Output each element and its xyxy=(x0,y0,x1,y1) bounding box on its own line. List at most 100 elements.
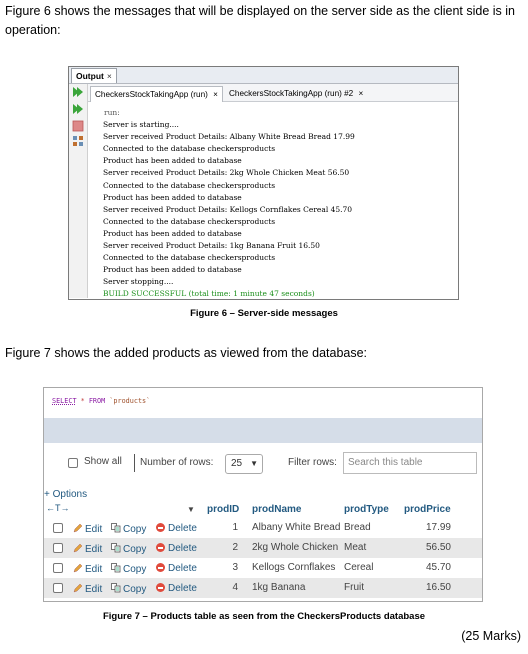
run-icon[interactable] xyxy=(72,103,84,115)
sql-query: SELECT * FROM `products` xyxy=(52,397,150,405)
copy-label: Copy xyxy=(123,544,147,555)
caption-figure-6: Figure 6 – Server-side messages xyxy=(190,308,338,319)
run-again-icon[interactable] xyxy=(72,86,84,98)
intro-figure-6: Figure 6 shows the messages that will be… xyxy=(5,4,515,37)
copy-label: Copy xyxy=(123,564,147,575)
pencil-icon xyxy=(73,583,83,593)
toolbar-divider xyxy=(134,454,135,472)
cell-prodtype: Cereal xyxy=(344,562,374,573)
cell-prodprice: 16.50 xyxy=(425,582,451,593)
column-sorter-icon[interactable]: ←T→ xyxy=(46,503,70,513)
build-status-line: BUILD SUCCESSFUL (total time: 1 minute 4… xyxy=(103,289,315,299)
copy-link[interactable]: Copy xyxy=(111,522,146,535)
console-output: run: Server is starting.... Server receive… xyxy=(103,107,355,301)
chevron-down-icon: ▼ xyxy=(250,459,258,468)
output-subtab-2-label: CheckersStockTakingApp (run) #2 xyxy=(229,89,354,98)
console-line: Server stopping.... xyxy=(103,277,174,287)
cell-prodid: 3 xyxy=(232,562,238,573)
delete-link[interactable]: Delete xyxy=(156,562,197,574)
edit-link[interactable]: Edit xyxy=(73,542,102,555)
edit-link[interactable]: Edit xyxy=(73,582,102,595)
delete-link[interactable]: Delete xyxy=(156,542,197,554)
output-close-icon[interactable]: × xyxy=(107,71,112,81)
output-subtab-2[interactable]: CheckersStockTakingApp (run) #2 × xyxy=(225,86,367,101)
pencil-icon xyxy=(73,543,83,553)
sql-star: * xyxy=(80,397,85,405)
sql-query-box: SELECT * FROM `products` xyxy=(44,388,482,418)
cell-prodtype: Fruit xyxy=(344,582,364,593)
cell-prodtype: Bread xyxy=(344,522,371,533)
copy-icon xyxy=(111,543,121,553)
sort-dropdown-icon[interactable]: ▼ xyxy=(187,505,195,514)
col-prodprice[interactable]: prodPrice xyxy=(404,504,451,515)
delete-label: Delete xyxy=(168,563,197,574)
sql-strip xyxy=(44,418,482,443)
col-prodname[interactable]: prodName xyxy=(252,504,301,515)
show-all-label[interactable]: Show all xyxy=(84,456,122,467)
show-all-checkbox[interactable] xyxy=(68,458,78,468)
output-subtab-1[interactable]: CheckersStockTakingApp (run) × xyxy=(90,86,223,102)
console-line: Product has been added to database xyxy=(103,192,242,202)
table-row: Edit Copy Delete 2 2kg Whole Chicken Meat 56.5… xyxy=(44,538,482,558)
table-row: Edit Copy Delete 1 Albany White Bread Bread 17… xyxy=(44,518,482,538)
output-header: Output × xyxy=(69,67,458,84)
output-side-toolbar xyxy=(69,84,88,298)
col-prodid[interactable]: prodID xyxy=(207,504,239,515)
row-checkbox[interactable] xyxy=(53,543,63,553)
copy-icon xyxy=(111,523,121,533)
caption-figure-7: Figure 7 – Products table as seen from t… xyxy=(102,611,426,622)
row-checkbox[interactable] xyxy=(53,583,63,593)
cell-prodprice: 45.70 xyxy=(425,562,451,573)
cell-prodprice: 17.99 xyxy=(425,522,451,533)
delete-link[interactable]: Delete xyxy=(156,522,197,534)
table-row: Edit Copy Delete 4 1kg Banana Fruit 16.50 xyxy=(44,578,482,598)
delete-label: Delete xyxy=(168,523,197,534)
intro-figure-7: Figure 7 shows the added products as vie… xyxy=(5,346,368,360)
copy-link[interactable]: Copy xyxy=(111,562,146,575)
rows-value: 25 xyxy=(231,458,243,469)
copy-link[interactable]: Copy xyxy=(111,542,146,555)
delete-label: Delete xyxy=(168,543,197,554)
col-prodtype[interactable]: prodType xyxy=(344,504,389,515)
console-line: run: xyxy=(104,108,120,117)
close-icon[interactable]: × xyxy=(359,89,364,98)
edit-link[interactable]: Edit xyxy=(73,562,102,575)
cell-prodid: 4 xyxy=(232,582,238,593)
output-subtab-1-label: CheckersStockTakingApp (run) xyxy=(95,90,208,99)
cell-prodprice: 56.50 xyxy=(425,542,451,553)
stop-icon[interactable] xyxy=(72,120,84,132)
copy-label: Copy xyxy=(123,524,147,535)
settings-icon[interactable] xyxy=(72,135,84,147)
pencil-icon xyxy=(73,563,83,573)
edit-label: Edit xyxy=(85,524,103,535)
console-line: Server received Product Details: 2kg Who… xyxy=(103,168,350,178)
delete-icon xyxy=(156,583,165,592)
options-toggle[interactable]: + Options xyxy=(44,489,87,500)
filter-label: Filter rows: xyxy=(288,457,337,468)
console-line: Connected to the database checkersproduc… xyxy=(103,216,276,226)
console-line: Server received Product Details: Kellogs… xyxy=(103,204,353,214)
cell-prodname: 1kg Banana xyxy=(252,582,306,593)
copy-link[interactable]: Copy xyxy=(111,582,146,595)
edit-label: Edit xyxy=(85,584,103,595)
copy-icon xyxy=(111,563,121,573)
output-title: Output xyxy=(76,71,104,81)
delete-icon xyxy=(156,543,165,552)
delete-icon xyxy=(156,523,165,532)
delete-label: Delete xyxy=(168,583,197,594)
rows-select[interactable]: 25 ▼ xyxy=(225,454,263,474)
cell-prodid: 1 xyxy=(232,522,238,533)
output-tab[interactable]: Output × xyxy=(71,68,117,83)
close-icon[interactable]: × xyxy=(213,90,218,99)
row-checkbox[interactable] xyxy=(53,523,63,533)
sql-keyword-from: FROM xyxy=(88,397,106,405)
copy-label: Copy xyxy=(123,584,147,595)
console-line: Server received Product Details: Albany … xyxy=(103,132,355,142)
delete-link[interactable]: Delete xyxy=(156,582,197,594)
output-subtabs: CheckersStockTakingApp (run) × CheckersS… xyxy=(88,84,458,102)
edit-link[interactable]: Edit xyxy=(73,522,102,535)
search-input[interactable]: Search this table xyxy=(343,452,477,474)
sql-table-name: `products` xyxy=(109,397,151,405)
row-checkbox[interactable] xyxy=(53,563,63,573)
copy-icon xyxy=(111,583,121,593)
